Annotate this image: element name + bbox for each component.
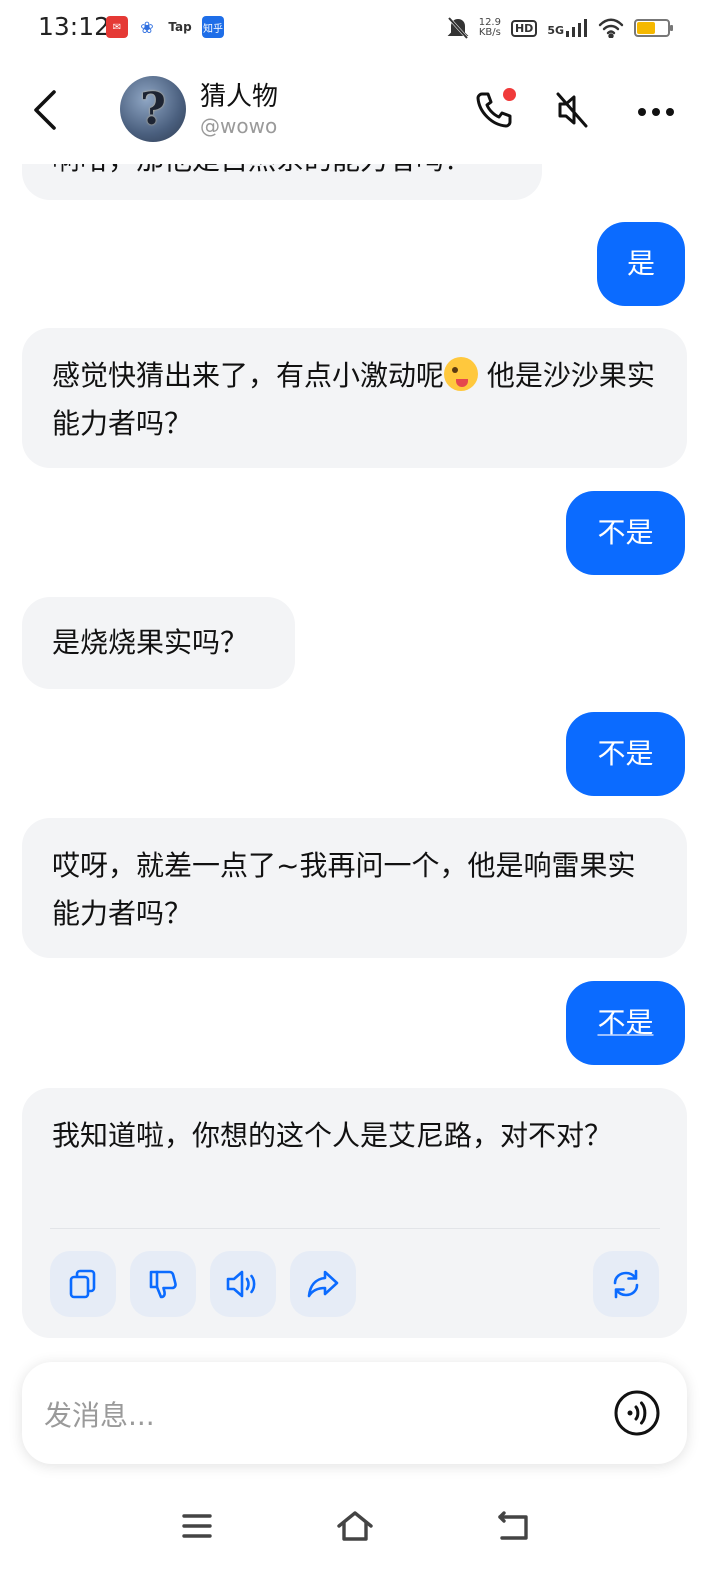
read-aloud-button[interactable]	[210, 1251, 276, 1317]
zhihu-icon: 知乎	[202, 16, 224, 38]
more-dots-icon	[638, 108, 674, 116]
regenerate-button[interactable]	[593, 1251, 659, 1317]
thumbs-down-icon	[149, 1270, 177, 1299]
bell-off-icon	[447, 16, 469, 40]
message-input[interactable]: 发消息...	[22, 1362, 687, 1464]
share-button[interactable]	[290, 1251, 356, 1317]
voice-input-button[interactable]	[613, 1389, 661, 1437]
copy-icon	[69, 1269, 96, 1299]
bot-message: 哎呀，就差一点了~我再问一个，他是响雷果实能力者吗？	[22, 818, 687, 958]
red-app-icon: ✉	[106, 16, 128, 38]
bot-message: 感觉快猜出来了，有点小激动呢 他是沙沙果实能力者吗？	[22, 328, 687, 468]
user-message: 是	[597, 222, 685, 306]
back-nav-button[interactable]	[492, 1506, 536, 1546]
menu-nav-button[interactable]	[175, 1506, 219, 1546]
more-button[interactable]	[630, 86, 678, 134]
call-button[interactable]	[470, 86, 518, 134]
hd-badge: HD	[510, 19, 538, 37]
menu-icon	[182, 1514, 212, 1538]
battery-icon	[634, 19, 673, 37]
home-icon	[337, 1511, 373, 1541]
input-placeholder: 发消息...	[44, 1399, 155, 1432]
regenerate-icon	[613, 1269, 639, 1299]
status-indicators: 12.9 KB/s HD 5G	[447, 14, 673, 42]
chat-area: 啊哈，那他是自然系的能力者吗？ 是 感觉快猜出来了，有点小激动呢 他是沙沙果实能…	[0, 0, 720, 1592]
user-message: 不是	[566, 491, 685, 575]
bot-handle: @wowo	[200, 114, 278, 138]
status-bar: 13:12 ✉ ❀ Tap 知乎 12.9 KB/s HD 5G	[0, 0, 720, 56]
speaker-icon	[226, 1270, 256, 1298]
return-icon	[498, 1511, 528, 1540]
baidu-icon: ❀	[136, 16, 158, 38]
message-divider	[50, 1228, 660, 1229]
wifi-icon	[598, 18, 624, 38]
question-mark-icon: ?	[140, 83, 166, 135]
speaker-muted-icon	[556, 92, 588, 128]
share-icon	[307, 1270, 339, 1298]
net-speed: 12.9 KB/s	[478, 17, 501, 38]
voice-icon	[614, 1390, 660, 1436]
status-app-icons: ✉ ❀ Tap 知乎	[106, 16, 224, 38]
user-message: 不是	[566, 981, 685, 1065]
home-nav-button[interactable]	[333, 1506, 377, 1546]
avatar[interactable]: ?	[120, 76, 186, 142]
winking-tongue-emoji-icon	[444, 357, 479, 391]
status-time: 13:12	[38, 12, 111, 41]
mute-button[interactable]	[548, 86, 596, 134]
dislike-button[interactable]	[130, 1251, 196, 1317]
page-title: 猜人物	[200, 82, 279, 112]
user-message: 不是	[566, 712, 685, 796]
chat-header: ? 猜人物 @wowo	[0, 56, 720, 164]
copy-button[interactable]	[50, 1251, 116, 1317]
chevron-left-icon	[34, 90, 56, 130]
signal-bars-icon	[566, 19, 587, 37]
signal-indicator: 5G	[547, 19, 588, 37]
tap-icon: Tap	[166, 16, 194, 38]
back-button[interactable]	[26, 82, 66, 138]
notification-dot	[503, 88, 516, 101]
network-type: 5G	[547, 24, 564, 37]
bot-message: 是烧烧果实吗？	[22, 597, 295, 689]
